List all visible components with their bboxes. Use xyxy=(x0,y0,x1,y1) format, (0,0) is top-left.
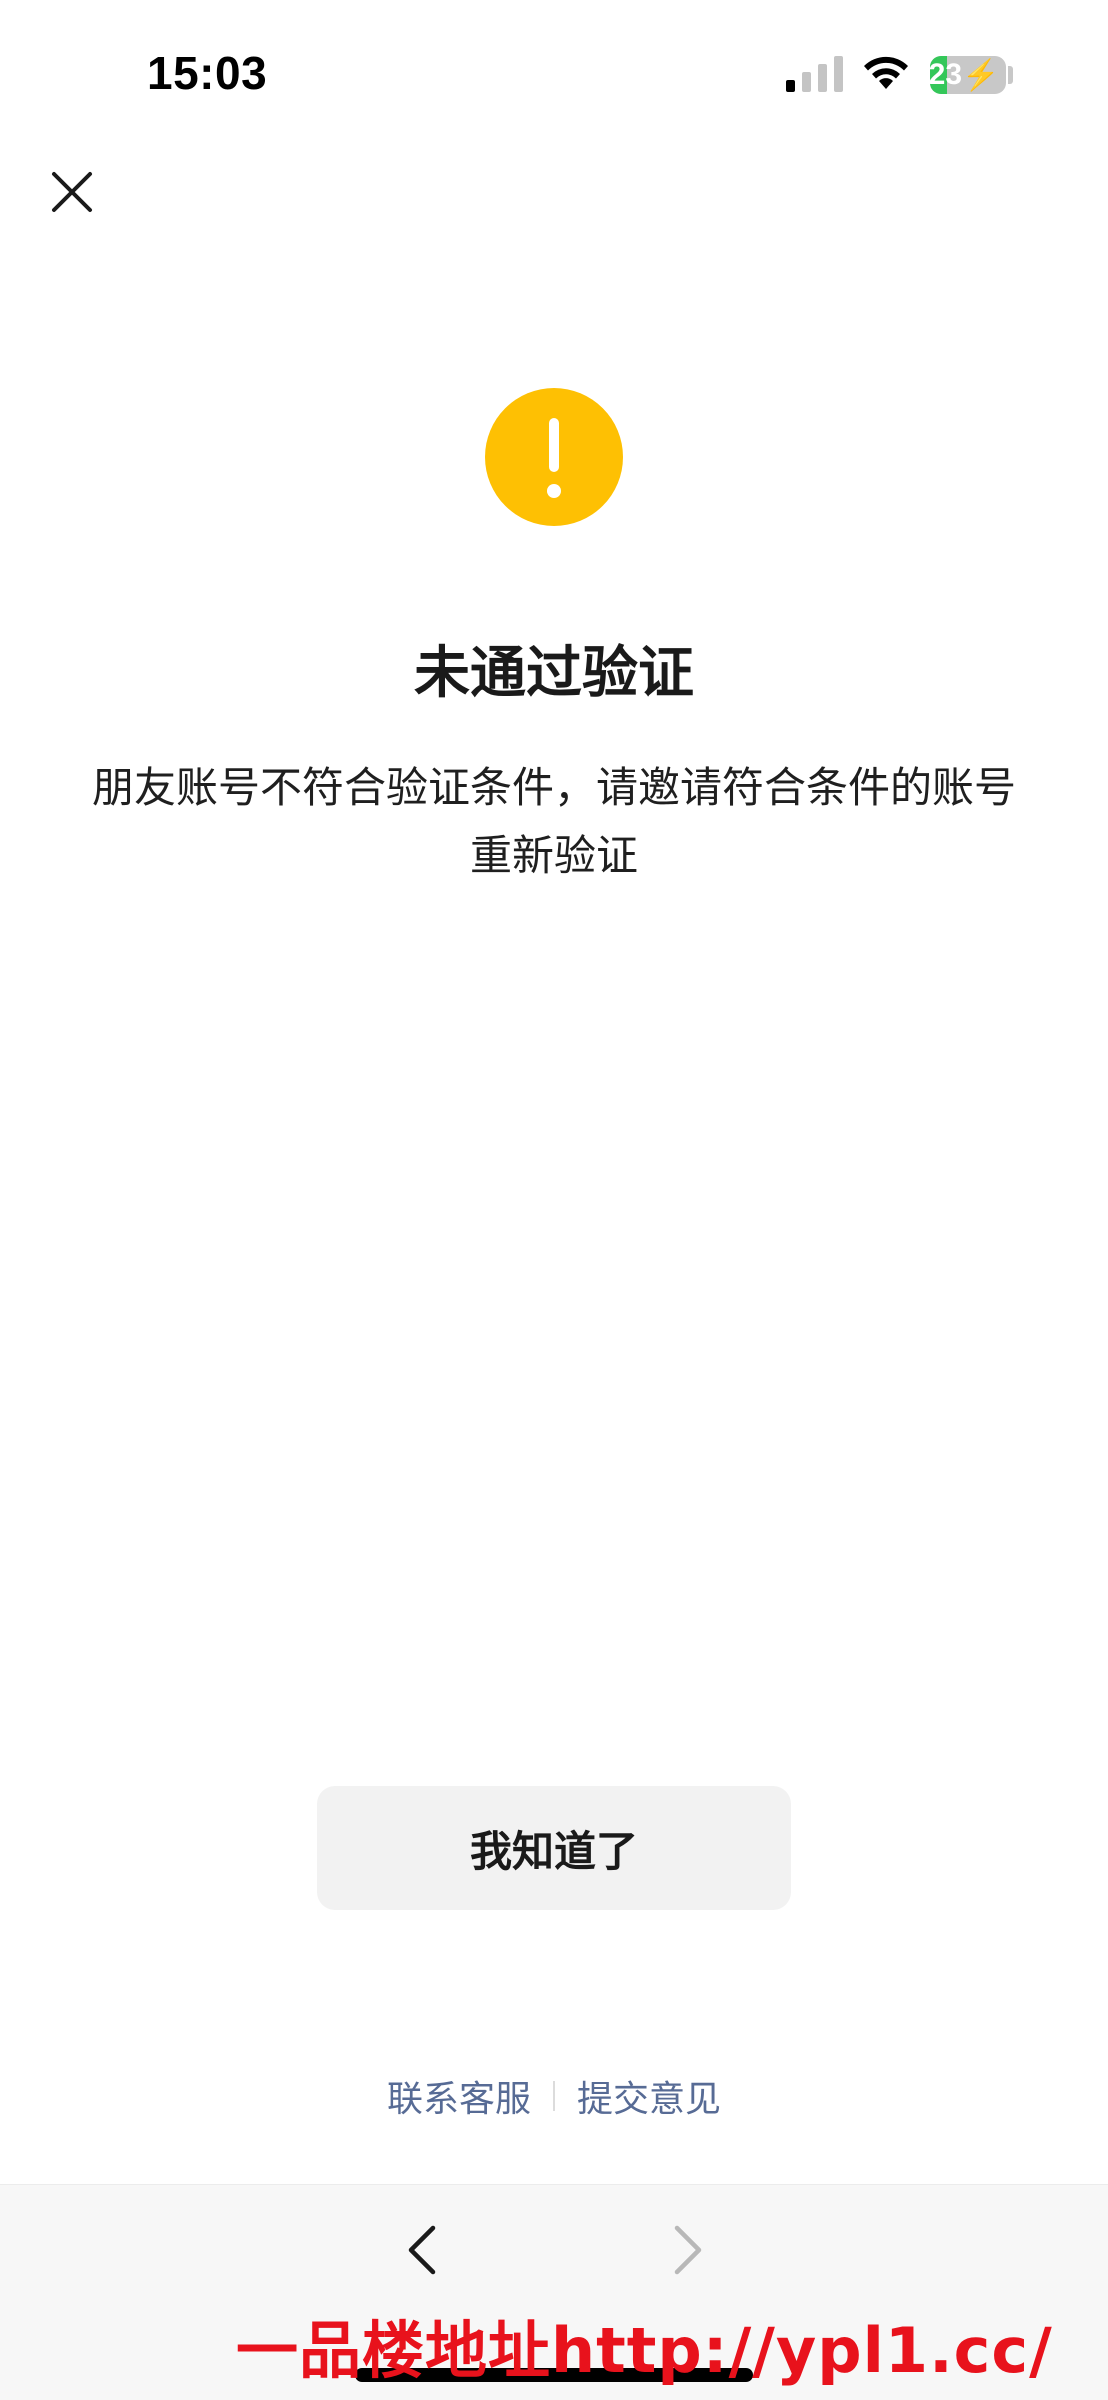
charging-bolt-icon: ⚡ xyxy=(962,58,1000,92)
watermark-text: 一品楼地址http://ypl1.cc/ xyxy=(236,2314,1053,2387)
close-button[interactable] xyxy=(40,160,104,224)
confirm-button[interactable]: 我知道了 xyxy=(317,1786,791,1910)
result-title: 未通过验证 xyxy=(414,641,694,706)
battery-cap xyxy=(1008,66,1013,84)
signal-icon xyxy=(786,56,843,92)
battery-level: 23 ⚡ xyxy=(930,58,1000,92)
result-description: 朋友账号不符合验证条件，请邀请符合条件的账号重新验证 xyxy=(91,763,1016,880)
status-time: 15:03 xyxy=(147,47,268,99)
link-divider xyxy=(553,2081,555,2111)
battery-icon: 23 ⚡ xyxy=(930,56,1006,94)
screen: 15:03 23 ⚡ 未通过验证 朋友账号不符合验证条件，请邀请符合条件的账号重新… xyxy=(0,0,1108,2400)
contact-support-link[interactable]: 联系客服 xyxy=(387,2070,531,2122)
footer-links: 联系客服 提交意见 xyxy=(0,2070,1108,2122)
wifi-icon xyxy=(864,56,908,89)
submit-feedback-link[interactable]: 提交意见 xyxy=(577,2070,721,2122)
exclamation-icon xyxy=(547,418,561,498)
warning-icon xyxy=(485,388,623,526)
chevron-left-icon[interactable] xyxy=(395,2220,455,2280)
chevron-right-icon[interactable] xyxy=(655,2220,715,2280)
close-icon xyxy=(52,172,92,212)
